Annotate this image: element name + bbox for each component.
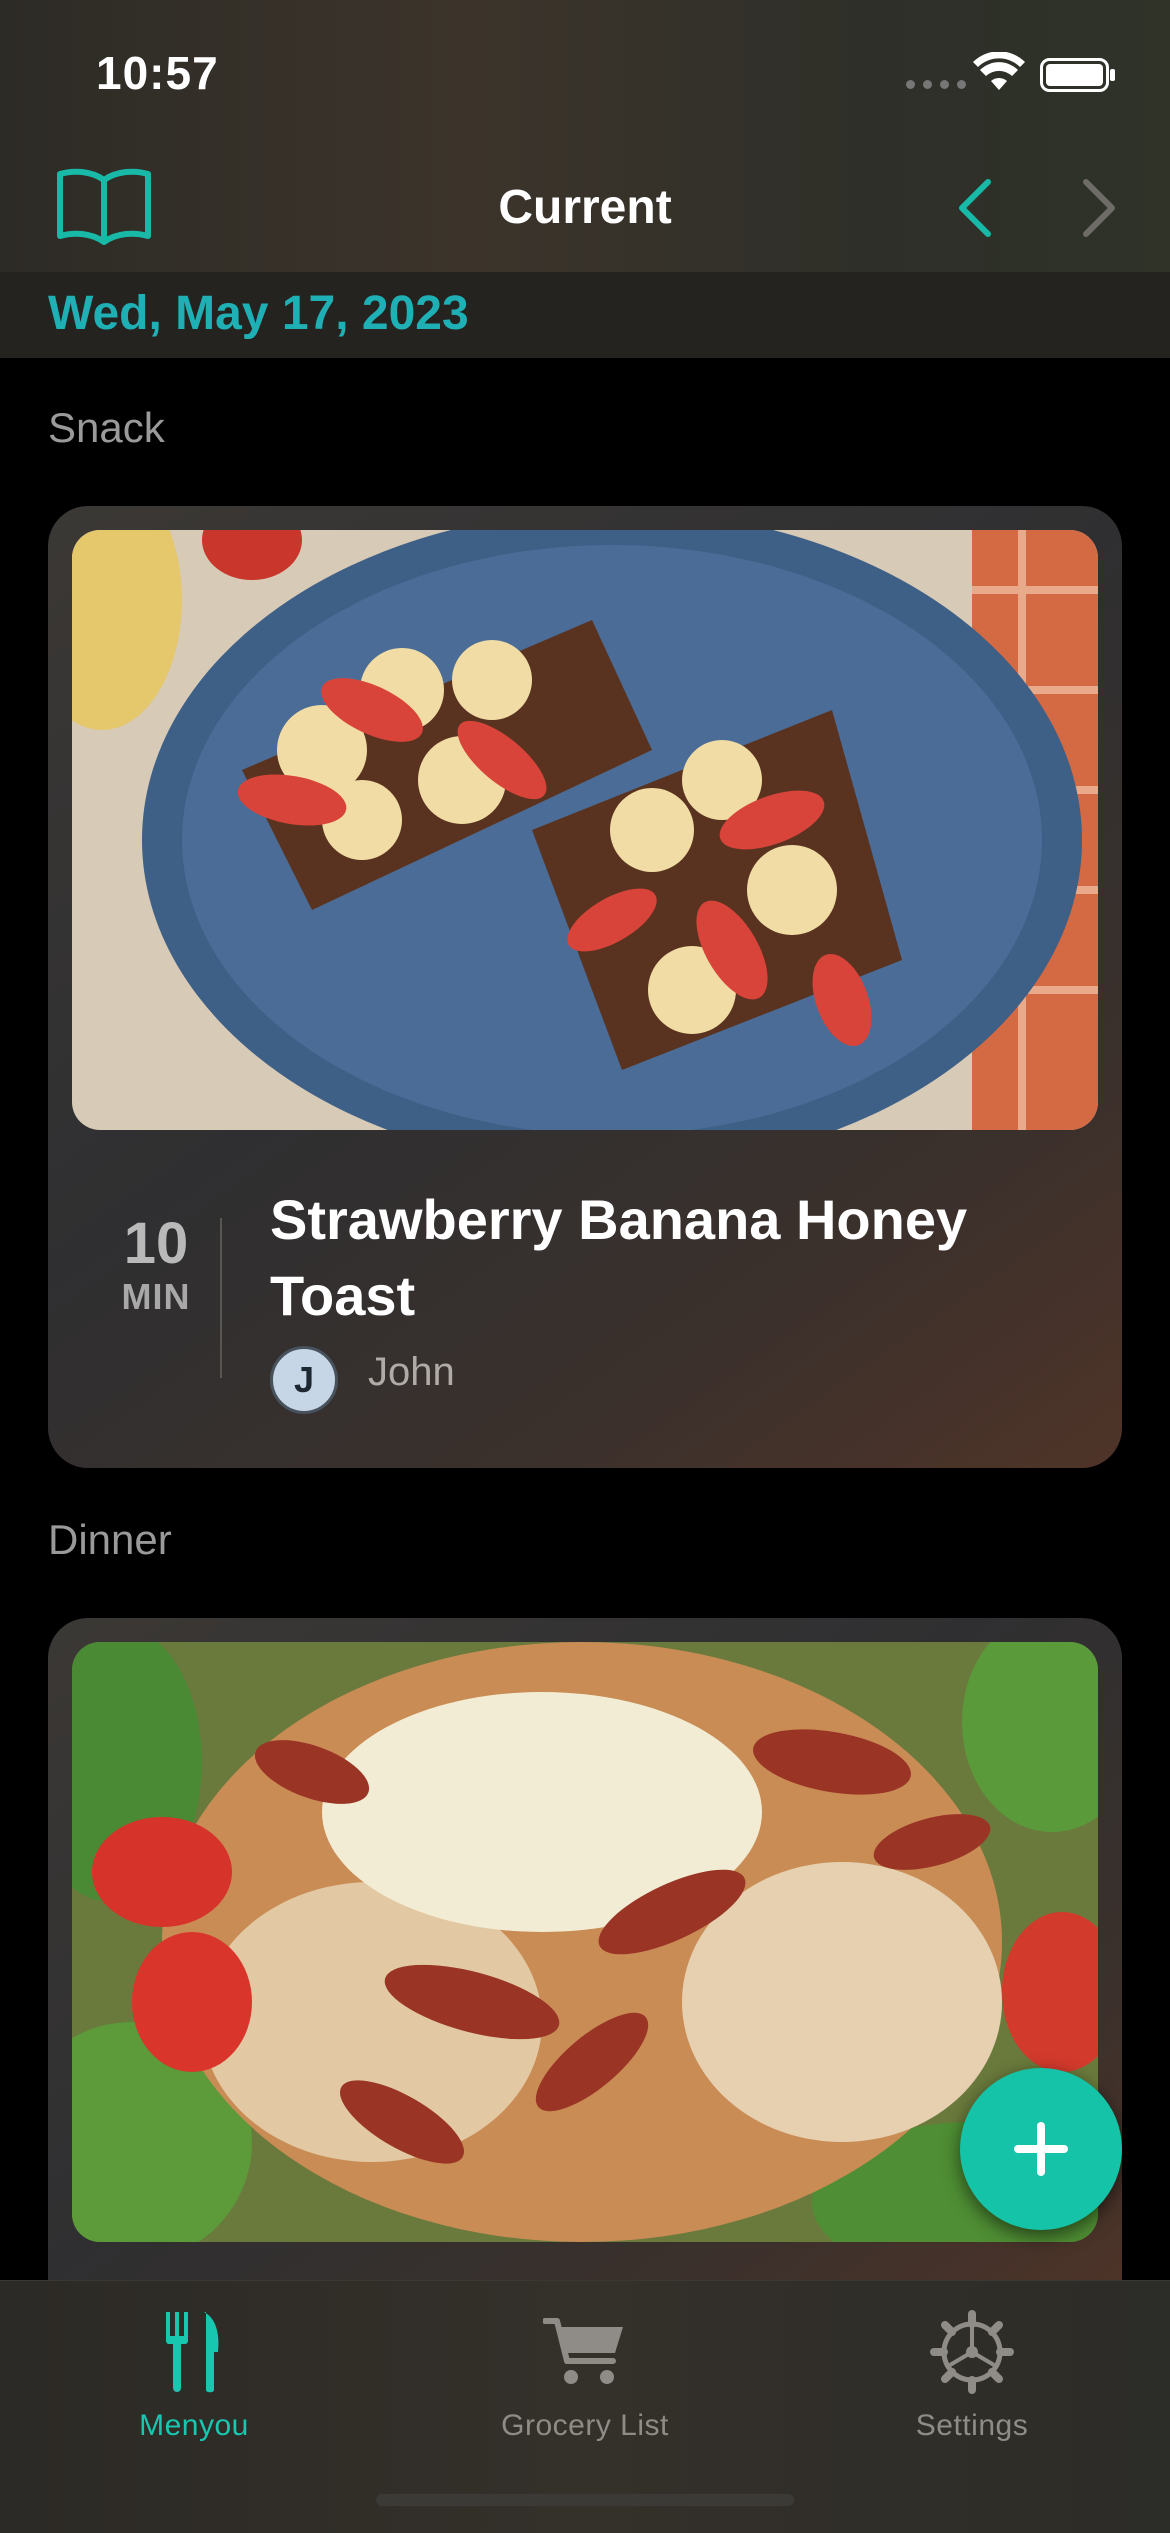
plus-icon — [1014, 2122, 1068, 2176]
prep-time-unit: MIN — [121, 1276, 191, 1317]
chevron-right-icon[interactable] — [1078, 176, 1122, 240]
home-indicator — [376, 2494, 794, 2506]
avatar: J — [270, 1346, 338, 1414]
tab-settings[interactable]: Settings — [822, 2307, 1122, 2443]
wifi-icon — [973, 52, 1025, 90]
tab-menyou[interactable]: Menyou — [44, 2307, 344, 2443]
gear-icon — [930, 2310, 1014, 2394]
tab-label: Menyou — [139, 2409, 249, 2442]
cellular-signal-icon — [906, 80, 966, 89]
recipe-photo — [72, 530, 1098, 1130]
section-label-snack: Snack — [48, 404, 165, 451]
chevron-left-icon[interactable] — [952, 176, 996, 240]
add-meal-button[interactable] — [960, 2068, 1122, 2230]
cart-icon — [543, 2318, 623, 2384]
recipe-photo — [72, 1642, 1098, 2242]
tab-label: Grocery List — [501, 2409, 669, 2442]
date-bar: Wed, May 17, 2023 — [0, 272, 1170, 358]
prep-time-value: 10 — [123, 1211, 189, 1276]
meal-card-snack[interactable]: 10 MIN Strawberry Banana Honey Toast J J… — [48, 506, 1122, 1468]
recipe-title: Strawberry Banana Honey Toast — [270, 1188, 968, 1327]
status-time: 10:57 — [96, 47, 219, 99]
current-date[interactable]: Wed, May 17, 2023 — [48, 286, 469, 341]
top-bar: 10:57 Current — [0, 0, 1170, 272]
battery-icon — [1040, 58, 1115, 92]
tab-label: Settings — [915, 2409, 1029, 2442]
prep-time: 10 MIN — [82, 1212, 230, 1318]
divider — [220, 1218, 222, 1378]
section-label-dinner: Dinner — [48, 1516, 172, 1563]
owner-name: John — [368, 1350, 455, 1394]
fork-knife-icon — [166, 2312, 219, 2393]
tab-grocery-list[interactable]: Grocery List — [435, 2307, 735, 2443]
